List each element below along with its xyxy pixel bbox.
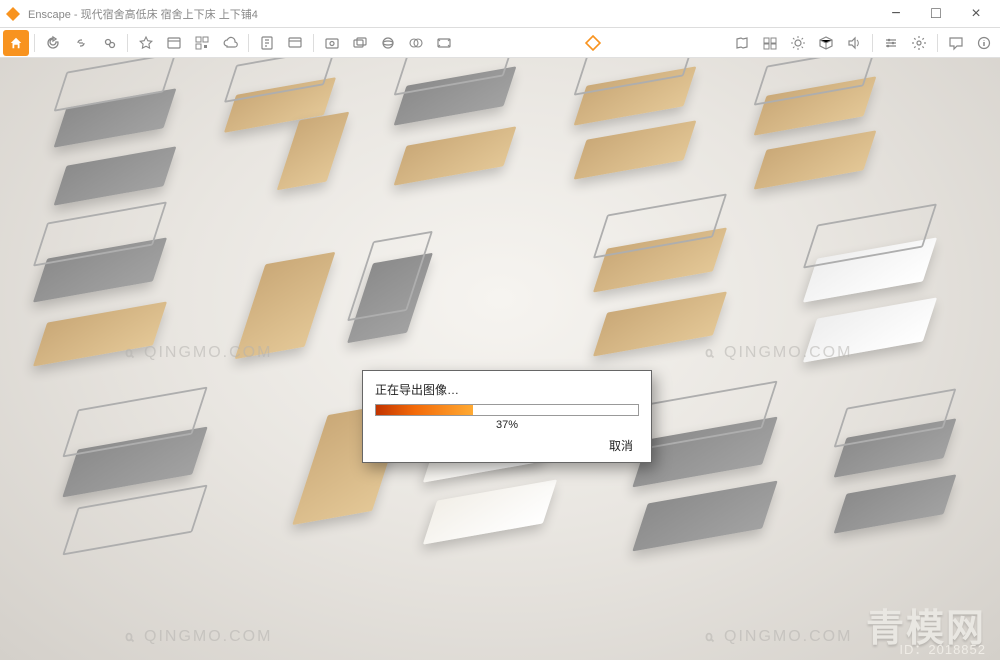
dialog-title: 正在导出图像… (375, 381, 639, 398)
cloud-button[interactable] (217, 30, 243, 56)
watermark: QINGMO.COM (120, 344, 272, 362)
map-button[interactable] (729, 30, 755, 56)
link-button[interactable] (68, 30, 94, 56)
settings-button[interactable] (906, 30, 932, 56)
video-button[interactable] (431, 30, 457, 56)
audio-button[interactable] (841, 30, 867, 56)
materials-button[interactable] (813, 30, 839, 56)
home-button[interactable] (3, 30, 29, 56)
window-controls: − □ × (876, 0, 996, 28)
watermark: QINGMO.COM (700, 344, 852, 362)
close-button[interactable]: × (956, 0, 996, 28)
titlebar: Enscape - 现代宿舍高低床 宿舍上下床 上下铺4 − □ × (0, 0, 1000, 28)
visual-settings-button[interactable] (878, 30, 904, 56)
app-icon (4, 5, 22, 23)
watermark-id: ID：2018852 (899, 639, 986, 658)
document-name: 现代宿舍高低床 宿舍上下床 上下铺4 (81, 9, 258, 21)
refresh-button[interactable] (40, 30, 66, 56)
export-web-button[interactable] (282, 30, 308, 56)
stereo-panorama-button[interactable] (403, 30, 429, 56)
cancel-button[interactable]: 取消 (603, 435, 639, 456)
watermark: QINGMO.COM (120, 628, 272, 646)
minimize-button[interactable]: − (876, 0, 916, 28)
maximize-button[interactable]: □ (916, 0, 956, 28)
watermark: QINGMO.COM (700, 628, 852, 646)
favorite-button[interactable] (133, 30, 159, 56)
sun-button[interactable] (785, 30, 811, 56)
assets-button[interactable] (757, 30, 783, 56)
search-button[interactable] (96, 30, 122, 56)
mono-panorama-button[interactable] (375, 30, 401, 56)
feedback-button[interactable] (943, 30, 969, 56)
batch-render-button[interactable] (347, 30, 373, 56)
export-progress-dialog: 正在导出图像… 37% 取消 (362, 370, 652, 463)
progress-fill (376, 405, 473, 415)
app-name: Enscape (28, 9, 71, 21)
progress-percent: 37% (375, 419, 639, 431)
window-title: Enscape - 现代宿舍高低床 宿舍上下床 上下铺4 (28, 6, 876, 22)
enscape-logo-icon (585, 35, 601, 51)
about-button[interactable] (971, 30, 997, 56)
render-viewport[interactable]: QINGMO.COM QINGMO.COM QINGMO.COM QINGMO.COM… (0, 58, 1000, 660)
toolbar (0, 28, 1000, 58)
toolbar-left (2, 30, 458, 56)
qr-button[interactable] (189, 30, 215, 56)
progress-bar (375, 404, 639, 416)
toolbar-right (728, 30, 998, 56)
export-exe-button[interactable] (254, 30, 280, 56)
screenshot-button[interactable] (319, 30, 345, 56)
manage-views-button[interactable] (161, 30, 187, 56)
